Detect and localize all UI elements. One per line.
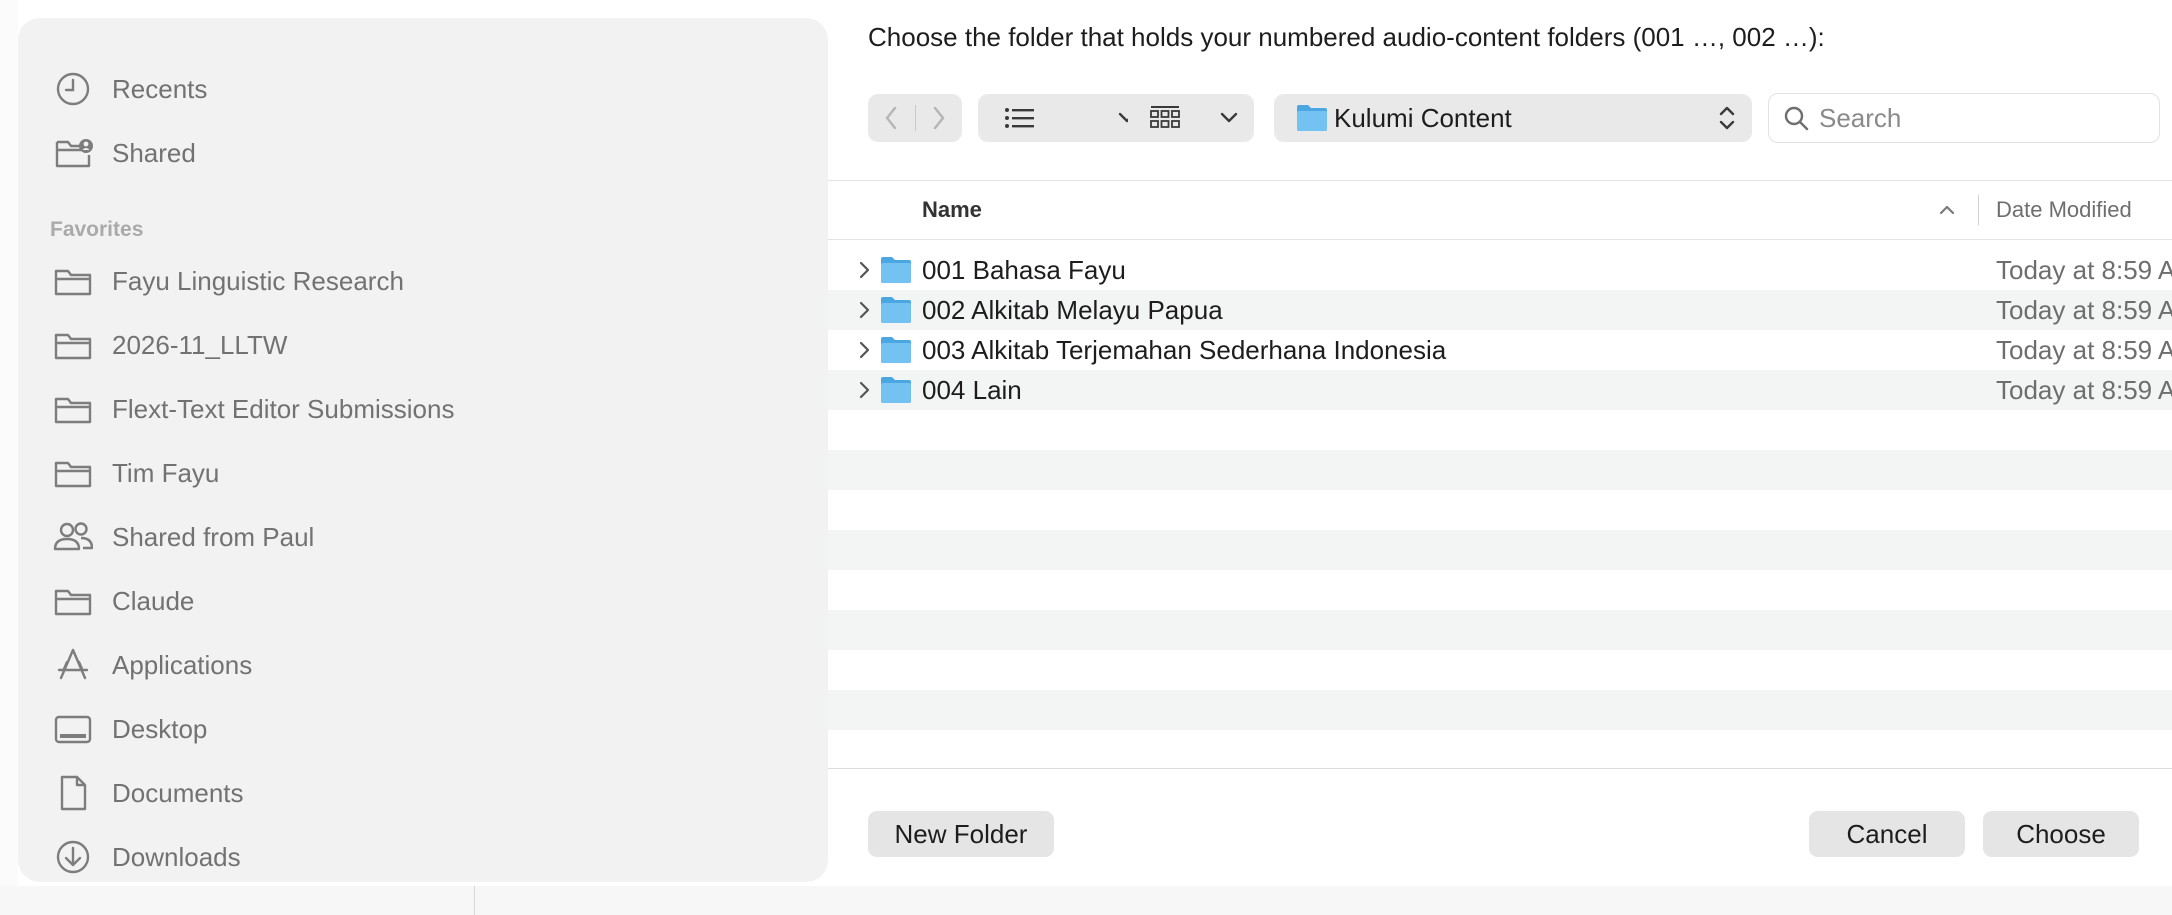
group-by-menu[interactable] [1128,94,1254,142]
icon-grid-icon [1150,106,1180,128]
dialog-prompt: Choose the folder that holds your number… [868,22,1825,52]
sidebar-item-desktop[interactable]: Desktop [52,704,207,754]
column-header-date-modified[interactable]: Date Modified [1996,181,2132,239]
back-button[interactable] [868,94,915,142]
view-mode-menu[interactable] [978,94,1152,142]
cancel-button[interactable]: Cancel [1809,811,1965,857]
applications-icon [52,644,94,686]
background-window-bottom [0,886,2172,915]
sidebar-item-claude[interactable]: Claude [52,576,194,626]
sidebar-item-label: Desktop [112,713,208,744]
sidebar-item-tim-fayu[interactable]: Tim Fayu [52,448,219,498]
shared-folder-icon [52,132,94,174]
sidebar-item-label: Documents [112,777,244,808]
search-icon [1784,106,1809,131]
sidebar: Recents Shared Favorites Fayu Linguistic… [18,18,828,882]
search-placeholder: Search [1819,102,1902,133]
item-name: 004 Lain [922,375,1022,405]
disclosure-triangle-icon[interactable] [852,298,876,322]
favorites-heading: Favorites [50,218,144,241]
list-item[interactable]: 002 Alkitab Melayu Papua Today at 8:59 A… [828,290,2172,330]
list-bottom-border [828,768,2172,769]
empty-row [828,450,2172,490]
folder-icon [881,257,911,283]
location-popup[interactable]: Kulumi Content [1274,94,1752,142]
item-date: Today at 8:59 AM [1996,295,2172,325]
empty-row [828,610,2172,650]
sidebar-item-flext-text-editor-submissions[interactable]: Flext-Text Editor Submissions [52,384,454,434]
sidebar-item-shared[interactable]: Shared [52,128,196,178]
list-item[interactable]: 003 Alkitab Terjemahan Sederhana Indones… [828,330,2172,370]
sidebar-item-recents[interactable]: Recents [52,64,207,114]
sidebar-item-label: Downloads [112,841,241,872]
column-divider [1978,195,1979,225]
folder-icon [881,337,911,363]
folder-icon [52,388,94,430]
chevron-right-icon [933,106,944,130]
open-folder-dialog: Recents Shared Favorites Fayu Linguistic… [18,0,2172,886]
sidebar-item-label: Shared [112,137,196,168]
folder-icon [881,377,911,403]
folder-icon [52,324,94,366]
navigation-buttons [868,94,962,142]
sort-ascending-icon[interactable] [1936,199,1958,221]
background-divider [474,886,475,915]
list-header: Name Date Modified [828,181,2172,240]
sidebar-item-label: Recents [112,73,208,104]
sidebar-item-label: Shared from Paul [112,521,315,552]
sidebar-item-shared-from-paul[interactable]: Shared from Paul [52,512,314,562]
location-label: Kulumi Content [1334,102,1512,133]
document-icon [52,772,94,814]
sidebar-item-label: Flext-Text Editor Submissions [112,393,455,424]
sidebar-item-label: 2026-11_LLTW [112,329,288,360]
list-item[interactable]: 001 Bahasa Fayu Today at 8:59 AM [828,250,2172,290]
empty-row [828,690,2172,730]
sidebar-item-documents[interactable]: Documents [52,768,244,818]
sidebar-item-downloads[interactable]: Downloads [52,832,241,882]
sidebar-item-label: Applications [112,649,253,680]
sidebar-item-label: Claude [112,585,195,616]
folder-icon [52,452,94,494]
file-list: Name Date Modified 001 Bahasa Fayu Today… [828,180,2172,768]
folder-icon [52,580,94,622]
sidebar-item-applications[interactable]: Applications [52,640,252,690]
people-icon [52,516,94,558]
disclosure-triangle-icon[interactable] [852,378,876,402]
forward-button[interactable] [915,94,962,142]
new-folder-button[interactable]: New Folder [868,811,1054,857]
empty-row [828,530,2172,570]
item-name: 002 Alkitab Melayu Papua [922,295,1223,325]
sidebar-item-2026-11-lltw[interactable]: 2026-11_LLTW [52,320,287,370]
list-item[interactable]: 004 Lain Today at 8:59 AM [828,370,2172,410]
list-view-icon [1005,108,1034,128]
item-date: Today at 8:59 AM [1996,255,2172,285]
folder-icon [881,297,911,323]
choose-button[interactable]: Choose [1983,811,2139,857]
item-date: Today at 8:59 AM [1996,335,2172,365]
sidebar-item-label: Tim Fayu [112,457,220,488]
up-down-chevron-icon [1719,106,1735,130]
folder-icon [52,260,94,302]
background-window-edge [0,0,18,915]
item-date: Today at 8:59 AM [1996,375,2172,405]
search-field[interactable]: Search [1768,93,2160,143]
chevron-left-icon [886,106,897,130]
download-icon [52,836,94,878]
item-name: 001 Bahasa Fayu [922,255,1126,285]
clock-icon [52,68,94,110]
chevron-down-icon [1220,112,1238,123]
sidebar-item-fayu-linguistic-research[interactable]: Fayu Linguistic Research [52,256,404,306]
folder-icon [1297,105,1327,131]
sidebar-item-label: Fayu Linguistic Research [112,265,404,296]
column-header-name[interactable]: Name [922,181,982,239]
disclosure-triangle-icon[interactable] [852,338,876,362]
desktop-icon [52,708,94,750]
item-name: 003 Alkitab Terjemahan Sederhana Indones… [922,335,1447,365]
disclosure-triangle-icon[interactable] [852,258,876,282]
